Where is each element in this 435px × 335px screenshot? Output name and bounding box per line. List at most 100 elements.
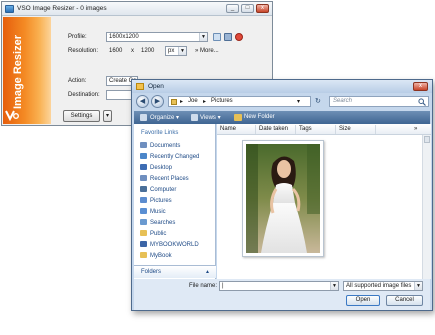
file-type-select[interactable]: All supported image files ▼ bbox=[343, 281, 423, 291]
breadcrumb-joe[interactable]: Joe bbox=[188, 98, 198, 104]
sidebar-item-label: Recent Places bbox=[150, 176, 189, 182]
column-divider[interactable] bbox=[295, 125, 296, 134]
new-profile-icon[interactable] bbox=[213, 33, 221, 41]
chevron-down-icon: ▾ bbox=[297, 99, 301, 105]
dialog-footer: File name: | ▼ All supported image files… bbox=[134, 279, 430, 310]
documents-icon bbox=[140, 142, 147, 148]
chevron-up-icon: ▲ bbox=[205, 269, 210, 275]
views-icon bbox=[191, 114, 198, 121]
sidebar-item-mybook[interactable]: MyBook bbox=[140, 252, 172, 262]
columns-more-button[interactable]: » bbox=[414, 126, 417, 132]
sidebar-item-label: Searches bbox=[150, 220, 176, 226]
navigation-pane: Favorite Links Documents Recently Change… bbox=[134, 124, 216, 279]
search-placeholder: Search bbox=[333, 98, 353, 104]
recent-places-icon bbox=[140, 175, 147, 181]
sidebar-item-computer[interactable]: Computer bbox=[140, 186, 176, 196]
file-list-pane: Name Date taken Tags Size » bbox=[217, 124, 431, 279]
unit-value: px bbox=[168, 48, 175, 54]
folders-label: Folders bbox=[141, 269, 162, 275]
resolution-label: Resolution: bbox=[68, 48, 99, 54]
sidebar-item-label: Documents bbox=[150, 143, 181, 149]
resizer-titlebar[interactable]: VSO Image Resizer - 0 images _ □ x bbox=[2, 2, 272, 16]
image-thumbnail[interactable] bbox=[242, 140, 324, 257]
network-drive-icon bbox=[140, 241, 147, 247]
width-input[interactable]: 1600 bbox=[106, 46, 128, 56]
settings-button[interactable]: Settings bbox=[63, 110, 100, 122]
chevron-down-icon: ▼ bbox=[414, 282, 422, 290]
column-date-taken[interactable]: Date taken bbox=[259, 126, 288, 132]
column-tags[interactable]: Tags bbox=[299, 126, 312, 132]
cancel-button[interactable]: Cancel bbox=[386, 295, 423, 306]
action-label: Action: bbox=[68, 78, 87, 84]
address-bar[interactable]: ▸ Joe ▸ Pictures ▾ bbox=[168, 96, 311, 107]
filename-input[interactable]: | ▼ bbox=[219, 281, 339, 291]
file-type-value: All supported image files bbox=[346, 283, 412, 289]
scroll-up-button[interactable] bbox=[424, 136, 430, 143]
maximize-button[interactable]: □ bbox=[241, 4, 254, 13]
column-size[interactable]: Size bbox=[339, 126, 351, 132]
chevron-down-icon: ▼ bbox=[178, 47, 186, 55]
column-divider[interactable] bbox=[255, 125, 256, 134]
column-divider[interactable] bbox=[335, 125, 336, 134]
sidebar-item-desktop[interactable]: Desktop bbox=[140, 164, 172, 174]
open-button[interactable]: Open bbox=[346, 295, 380, 306]
address-separator: ▸ bbox=[203, 99, 207, 105]
dialog-titlebar[interactable]: Open x bbox=[132, 80, 432, 93]
sidebar-item-music[interactable]: Music bbox=[140, 208, 166, 218]
sidebar-item-label: MYBOOKWORLD bbox=[150, 242, 199, 248]
folder-icon bbox=[171, 99, 177, 105]
vertical-scrollbar[interactable] bbox=[422, 135, 431, 279]
sidebar-item-mybookworld[interactable]: MYBOOKWORLD bbox=[140, 241, 199, 251]
minimize-button[interactable]: _ bbox=[226, 4, 239, 13]
open-dialog: Open x ◀ ▶ ▸ Joe ▸ Pictures ▾ ↻ Search O… bbox=[131, 79, 433, 311]
photo-image bbox=[246, 144, 320, 253]
back-button[interactable]: ◀ bbox=[136, 95, 149, 108]
refresh-icon[interactable]: ↻ bbox=[315, 97, 321, 105]
dialog-close-button[interactable]: x bbox=[413, 82, 428, 91]
profile-label: Profile: bbox=[68, 34, 87, 40]
sidebar-item-documents[interactable]: Documents bbox=[140, 142, 180, 152]
brand-banner: Image Resizer bbox=[3, 17, 51, 124]
sidebar-item-public[interactable]: Public bbox=[140, 230, 166, 240]
save-profile-icon[interactable] bbox=[224, 33, 232, 41]
dialog-title: Open bbox=[148, 83, 164, 90]
sidebar-item-label: Music bbox=[150, 209, 166, 215]
organize-menu[interactable]: Organize ▾ bbox=[150, 114, 179, 121]
resizer-title: VSO Image Resizer - 0 images bbox=[17, 5, 107, 12]
profile-value: 1600x1200 bbox=[109, 34, 139, 40]
destination-label: Destination: bbox=[68, 92, 100, 98]
sidebar-item-pictures[interactable]: Pictures bbox=[140, 197, 172, 207]
search-icon bbox=[418, 98, 426, 106]
sidebar-item-label: Computer bbox=[150, 187, 177, 193]
close-button[interactable]: x bbox=[256, 4, 269, 13]
sidebar-item-recent-places[interactable]: Recent Places bbox=[140, 175, 189, 185]
column-header-row: Name Date taken Tags Size » bbox=[217, 124, 431, 135]
sidebar-item-recently-changed[interactable]: Recently Changed bbox=[140, 153, 199, 163]
forward-button[interactable]: ▶ bbox=[151, 95, 164, 108]
column-divider[interactable] bbox=[375, 125, 376, 134]
column-name[interactable]: Name bbox=[220, 126, 236, 132]
searches-icon bbox=[140, 219, 147, 225]
resolution-separator: x bbox=[131, 48, 134, 54]
more-link[interactable]: » More... bbox=[195, 48, 219, 54]
unit-select[interactable]: px ▼ bbox=[165, 46, 187, 56]
destination-input[interactable] bbox=[106, 90, 134, 100]
pictures-icon bbox=[140, 197, 147, 203]
new-folder-icon bbox=[234, 114, 242, 121]
delete-profile-icon[interactable] bbox=[235, 33, 243, 41]
new-folder-button[interactable]: New Folder bbox=[244, 114, 275, 120]
command-toolbar: Organize ▾ Views ▾ New Folder bbox=[134, 111, 430, 124]
search-input[interactable]: Search bbox=[329, 96, 429, 107]
sidebar-item-searches[interactable]: Searches bbox=[140, 219, 175, 229]
folders-toggle[interactable]: Folders ▲ bbox=[134, 265, 216, 278]
sidebar-item-label: MyBook bbox=[150, 253, 172, 259]
navigation-bar: ◀ ▶ ▸ Joe ▸ Pictures ▾ ↻ Search bbox=[134, 94, 430, 110]
desktop-icon bbox=[140, 164, 147, 170]
views-menu[interactable]: Views ▾ bbox=[200, 114, 221, 121]
settings-dropdown-button[interactable]: ▾ bbox=[103, 110, 112, 122]
sidebar-item-label: Public bbox=[150, 231, 167, 237]
breadcrumb-pictures[interactable]: Pictures bbox=[211, 98, 233, 104]
height-input[interactable]: 1200 bbox=[138, 46, 160, 56]
profile-select[interactable]: 1600x1200 ▼ bbox=[106, 32, 208, 42]
computer-icon bbox=[140, 186, 147, 192]
